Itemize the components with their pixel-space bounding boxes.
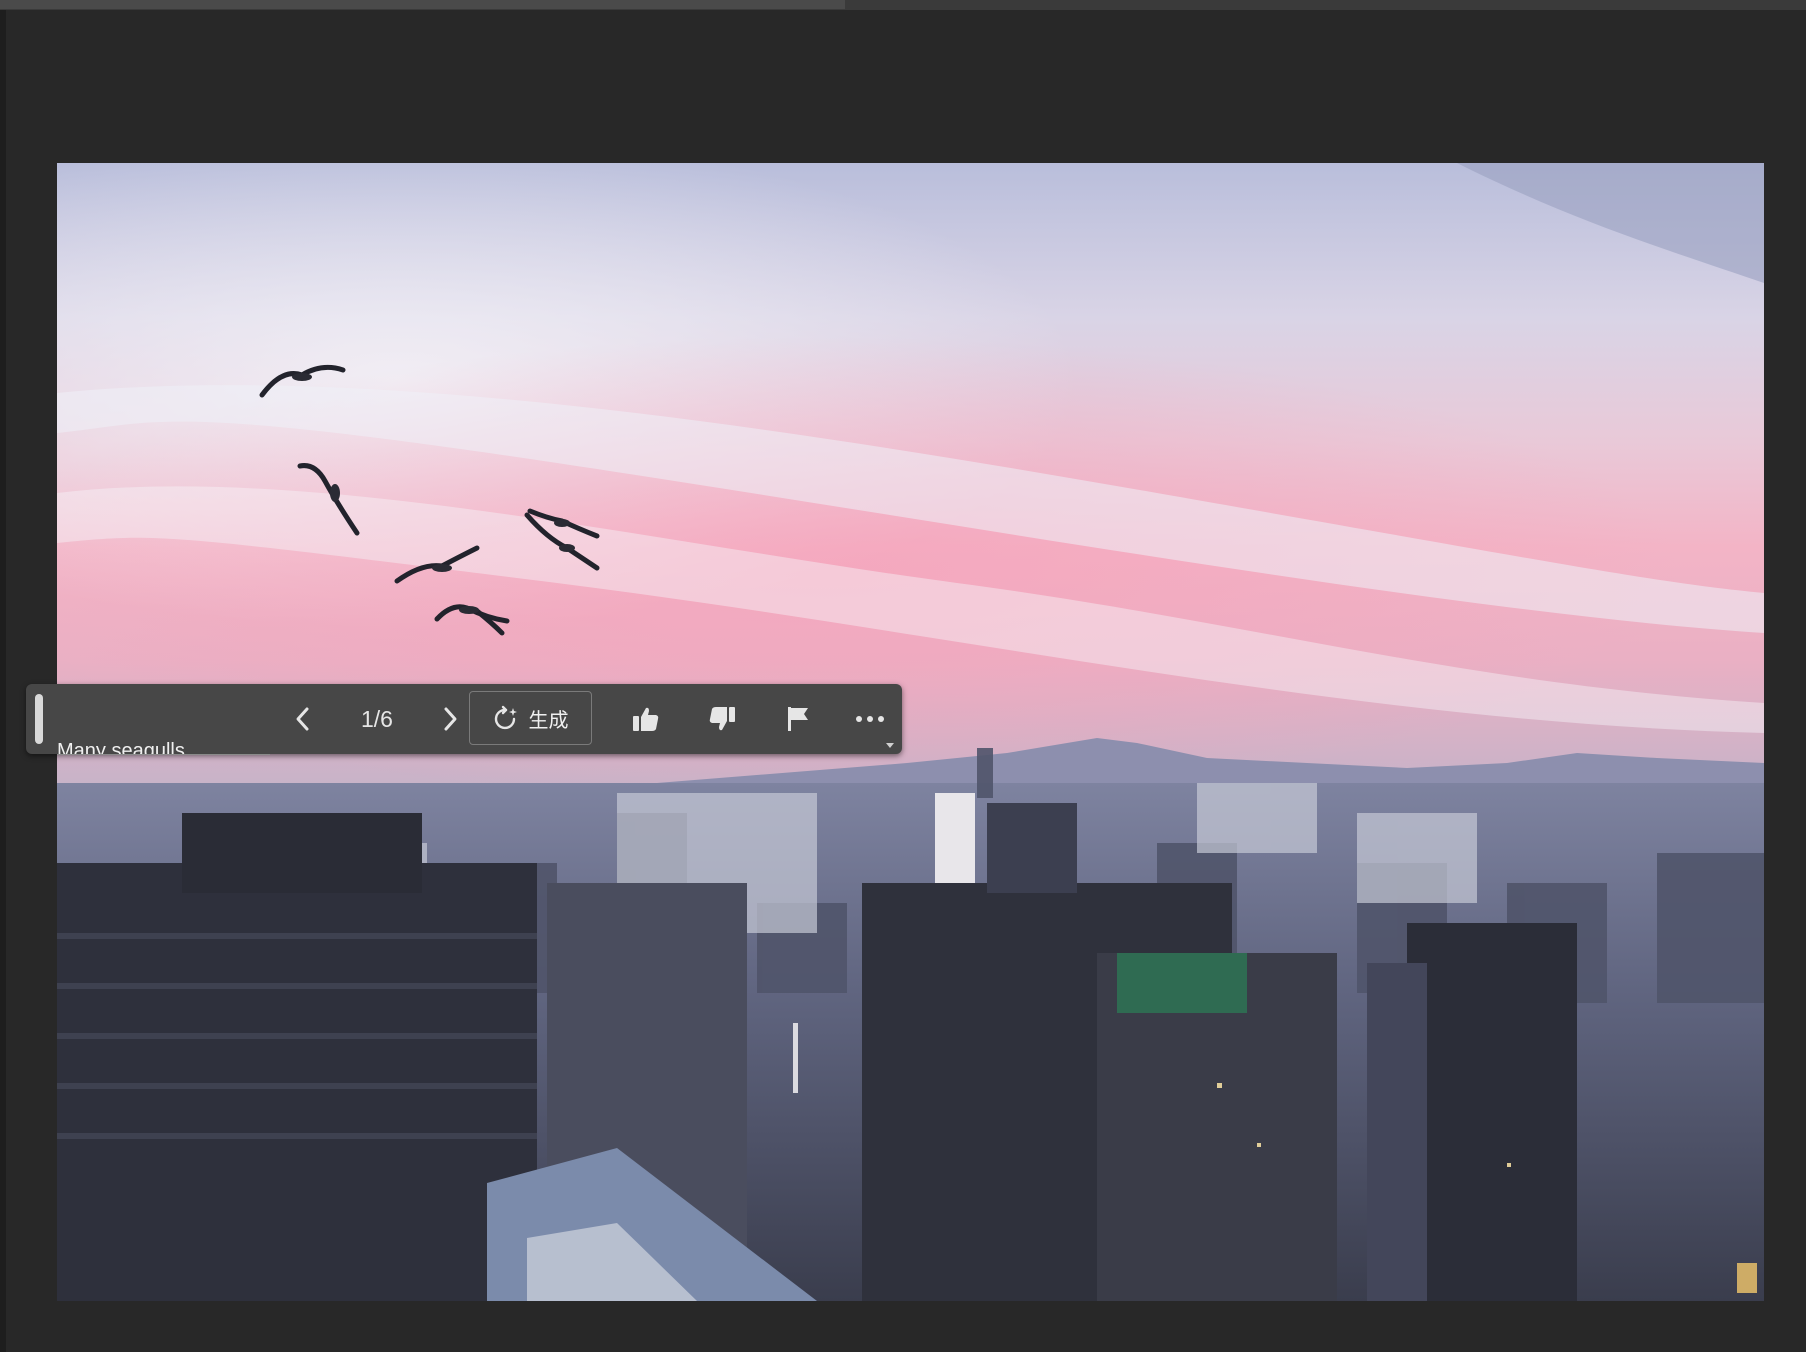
- prompt-input[interactable]: Many seagulls: [57, 724, 270, 755]
- chevron-right-icon: [444, 707, 457, 731]
- document-tab-strip: [0, 0, 1806, 10]
- contextual-task-bar: Many seagulls 1/6 生成: [26, 684, 902, 755]
- more-horizontal-icon: [856, 716, 884, 722]
- flag-icon: [788, 707, 808, 731]
- like-button[interactable]: [616, 684, 676, 754]
- report-button[interactable]: [768, 684, 828, 754]
- thumbs-up-icon: [633, 707, 659, 731]
- generate-button[interactable]: 生成: [469, 691, 592, 745]
- taskbar-options-caret-icon[interactable]: [886, 743, 894, 748]
- dislike-button[interactable]: [692, 684, 752, 754]
- left-panel-edge: [0, 10, 6, 1352]
- thumbs-down-icon: [709, 707, 735, 731]
- document-tab[interactable]: [0, 0, 845, 9]
- variation-counter: 1/6: [361, 706, 393, 732]
- chevron-left-icon: [296, 707, 309, 731]
- previous-variation-button[interactable]: [276, 684, 330, 754]
- generate-button-label: 生成: [528, 709, 569, 732]
- generate-sparkle-icon: [494, 705, 517, 730]
- app-window: Many seagulls 1/6 生成: [0, 0, 1806, 1352]
- drag-handle[interactable]: [35, 694, 43, 744]
